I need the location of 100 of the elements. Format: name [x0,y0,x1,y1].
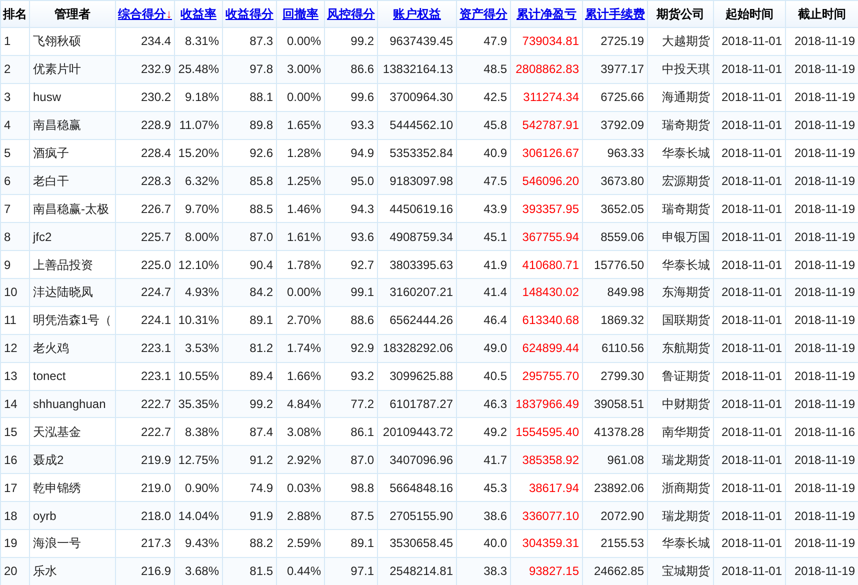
table-cell: 4.93% [174,278,222,306]
table-cell: 2018-11-01 [714,111,786,140]
table-cell: 2018-11-01 [714,28,786,56]
table-cell: 18328292.06 [378,334,456,362]
table-cell: 9637439.45 [378,28,456,56]
table-cell: 89.1 [222,306,276,334]
table-cell: 89.8 [222,111,276,140]
table-cell: 97.8 [222,55,276,84]
table-cell: 217.3 [116,530,174,558]
table-cell: 92.9 [324,334,378,362]
table-cell: 1869.32 [582,306,648,334]
table-cell: 6562444.26 [378,306,456,334]
column-header: 管理者 [54,7,90,21]
table-cell: 华泰长城 [648,530,714,558]
table-cell: 6725.66 [582,83,648,112]
table-cell: 3977.17 [582,55,648,84]
table-cell: 南昌稳赢 [30,111,116,140]
column-header: 期货公司 [656,7,704,21]
table-cell: 228.9 [116,111,174,140]
table-cell: 13832164.13 [378,55,456,84]
table-cell: 2018-11-01 [714,278,786,306]
table-cell: 5444562.10 [378,111,456,140]
table-cell: 84.2 [222,278,276,306]
table-cell: tonect [30,362,116,390]
table-cell: 3.00% [276,55,324,84]
column-header: 起始时间 [726,7,774,21]
table-cell: 东航期货 [648,334,714,362]
table-cell: 234.4 [116,28,174,56]
table-cell: 2018-11-01 [714,334,786,362]
table-cell: 8.31% [174,28,222,56]
table-cell: 230.2 [116,83,174,112]
table-cell: 87.3 [222,28,276,56]
table-cell: 232.9 [116,55,174,84]
table-cell: 93.2 [324,362,378,390]
table-cell: 99.2 [324,28,378,56]
table-cell: 1.66% [276,362,324,390]
table-cell: 613340.68 [510,306,582,334]
table-cell: 739034.81 [510,28,582,56]
table-cell: husw [30,83,116,112]
table-cell: 624899.44 [510,334,582,362]
table-cell: 0.00% [276,278,324,306]
table-cell: 2155.53 [582,530,648,558]
table-cell: 大越期货 [648,28,714,56]
table-cell: 148430.02 [510,278,582,306]
table-cell: 2018-11-01 [714,55,786,84]
table-cell: 311274.34 [510,83,582,112]
table-cell: 88.6 [324,306,378,334]
table-cell: 42.5 [456,83,510,112]
table-cell: 4 [0,111,30,140]
table-cell: 12 [0,334,30,362]
table-cell: 99.1 [324,278,378,306]
table-cell: 2.70% [276,306,324,334]
table-cell: 老火鸡 [30,334,116,362]
table-cell: 10.31% [174,306,222,334]
table-cell: 223.1 [116,362,174,390]
table-cell: 0.00% [276,83,324,112]
column-header: 排名 [3,7,27,21]
table-cell: 295755.70 [510,362,582,390]
table-cell: 304359.31 [510,530,582,558]
table-cell: 2799.30 [582,362,648,390]
table-cell: 3 [0,83,30,112]
table-cell: 东海期货 [648,278,714,306]
table-cell: 25.48% [174,55,222,84]
table-cell: 优素片叶 [30,55,116,84]
table-cell: 11.07% [174,111,222,140]
table-cell: 3530658.45 [378,530,456,558]
table-cell: 11 [0,306,30,334]
table-cell: 1 [0,28,30,56]
table-cell: 3160207.21 [378,278,456,306]
table-cell: 41.4 [456,278,510,306]
table-cell: 2808862.83 [510,55,582,84]
table-cell: 89.1 [324,530,378,558]
table-cell: 10.55% [174,362,222,390]
table-cell: 2018-11-01 [714,83,786,112]
table-cell: 中投天琪 [648,55,714,84]
table-cell: 2725.19 [582,28,648,56]
table-cell: 542787.91 [510,111,582,140]
table-cell: 9.43% [174,530,222,558]
table-cell: 2018-11-01 [714,530,786,558]
table-cell: 沣达陆晓凤 [30,278,116,306]
table-cell: 海通期货 [648,83,714,112]
table-cell: 40.0 [456,530,510,558]
table-cell: 89.4 [222,362,276,390]
table-cell: 224.1 [116,306,174,334]
table-cell: 鲁证期货 [648,362,714,390]
table-cell: 9.18% [174,83,222,112]
table-cell: 6110.56 [582,334,648,362]
table-cell: 86.6 [324,55,378,84]
table-cell: 1.65% [276,111,324,140]
column-header: 截止时间 [798,7,846,21]
table-cell: 飞翎秋硕 [30,28,116,56]
table-cell: 1.74% [276,334,324,362]
table-cell: 19 [0,530,30,558]
table-cell: 10 [0,278,30,306]
table-cell: 0.00% [276,28,324,56]
table-cell: 93.3 [324,111,378,140]
table-cell: 2 [0,55,30,84]
table-cell: 45.8 [456,111,510,140]
table-cell: 明凭浩森1号（ [30,306,116,334]
table-cell: 88.2 [222,530,276,558]
